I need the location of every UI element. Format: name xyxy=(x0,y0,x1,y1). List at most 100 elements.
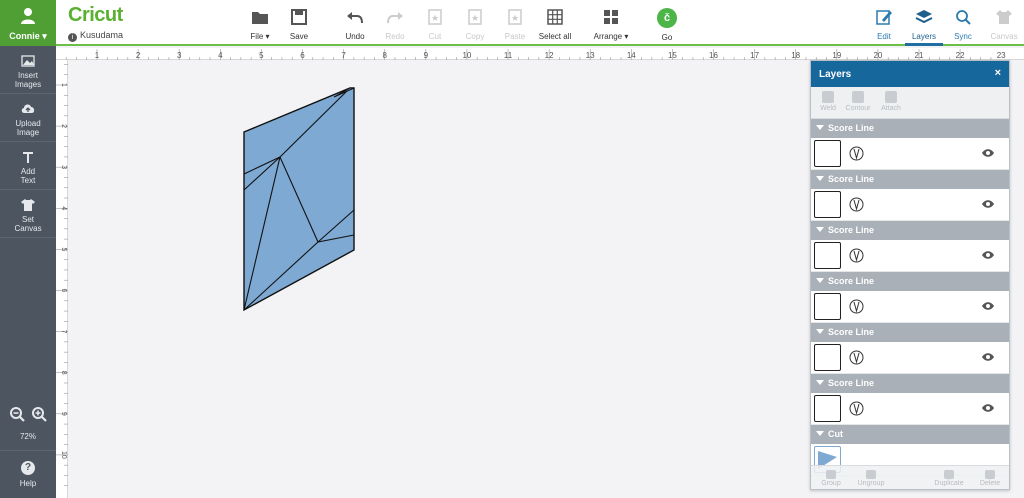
eye-icon[interactable] xyxy=(981,250,995,260)
tab-canvas[interactable]: Canvas xyxy=(988,8,1020,41)
ruler-label: 21 xyxy=(915,51,924,60)
copy-button[interactable]: ★ Copy xyxy=(462,8,488,41)
zoom-control: 72% xyxy=(0,406,56,441)
ruler-label: 9 xyxy=(60,412,67,416)
upload-image-button[interactable]: Upload Image xyxy=(0,94,56,142)
contour-button[interactable]: Contour xyxy=(843,91,873,112)
layer-list: Score Line Score Line Score Line Score L… xyxy=(811,119,1009,476)
duplicate-icon xyxy=(944,470,954,479)
layer-row[interactable] xyxy=(811,240,1009,272)
layer-row[interactable] xyxy=(811,291,1009,323)
ruler-label: 7 xyxy=(341,51,346,60)
tab-edit[interactable]: Edit xyxy=(872,8,896,41)
layer-row[interactable] xyxy=(811,342,1009,374)
contour-icon xyxy=(852,91,864,103)
layer-group-header[interactable]: Score Line xyxy=(811,323,1009,342)
tab-sync[interactable]: Sync xyxy=(950,8,976,41)
design-space-app: Connie ▾ Cricut i Kusudama File ▾ Save Un… xyxy=(0,0,1024,498)
tab-layers[interactable]: Layers xyxy=(908,8,940,41)
layer-thumbnail xyxy=(814,140,841,167)
text-icon xyxy=(23,152,33,163)
paste-button[interactable]: ★ Paste xyxy=(502,8,528,41)
select-all-button[interactable]: Select all xyxy=(536,8,574,41)
save-icon xyxy=(291,9,307,25)
ruler-label: 15 xyxy=(668,51,677,60)
ruler-label: 22 xyxy=(956,51,965,60)
undo-button[interactable]: Undo xyxy=(342,8,368,41)
layer-row[interactable] xyxy=(811,138,1009,170)
chevron-down-icon: ▾ xyxy=(624,32,629,41)
layer-row[interactable] xyxy=(811,393,1009,425)
add-text-button[interactable]: Add Text xyxy=(0,142,56,190)
delete-button[interactable]: Delete xyxy=(975,470,1005,487)
layer-row[interactable] xyxy=(811,189,1009,221)
ruler-label: 6 xyxy=(300,51,305,60)
insert-images-button[interactable]: Insert Images xyxy=(0,46,56,94)
kusudama-shape[interactable] xyxy=(243,87,355,312)
score-icon xyxy=(849,299,864,314)
triangle-down-icon xyxy=(816,431,824,436)
ruler-label: 7 xyxy=(60,330,67,334)
layer-group-header[interactable]: Score Line xyxy=(811,119,1009,138)
cricut-logo: Cricut xyxy=(68,4,123,26)
layer-thumbnail xyxy=(814,191,841,218)
eye-icon[interactable] xyxy=(981,301,995,311)
layer-group-header[interactable]: Score Line xyxy=(811,272,1009,291)
triangle-down-icon xyxy=(816,380,824,385)
layer-group-header[interactable]: Score Line xyxy=(811,374,1009,393)
cut-button[interactable]: ★ Cut xyxy=(422,8,448,41)
layer-group-header[interactable]: Cut xyxy=(811,425,1009,444)
ruler-label: 5 xyxy=(259,51,264,60)
duplicate-button[interactable]: Duplicate xyxy=(929,470,969,487)
ruler-label: 8 xyxy=(382,51,387,60)
redo-button[interactable]: Redo xyxy=(382,8,408,41)
layers-panel-title: Layers xyxy=(819,69,852,80)
triangle-down-icon xyxy=(816,329,824,334)
undo-icon xyxy=(347,12,363,24)
file-menu-button[interactable]: File ▾ xyxy=(246,8,274,41)
set-canvas-button[interactable]: Set Canvas xyxy=(0,190,56,238)
layer-group-header[interactable]: Score Line xyxy=(811,170,1009,189)
ruler-label: 17 xyxy=(750,51,759,60)
ungroup-button[interactable]: Ungroup xyxy=(853,470,889,487)
eye-icon[interactable] xyxy=(981,148,995,158)
sync-icon xyxy=(956,10,971,25)
svg-text:★: ★ xyxy=(471,13,479,23)
vertical-ruler-ticks: 1 2 3 4 5 6 7 8 9 10 xyxy=(56,64,68,487)
go-icon: č xyxy=(657,8,677,28)
triangle-down-icon xyxy=(816,125,824,130)
layers-panel: Layers × Weld Contour Attach Score Line … xyxy=(810,60,1010,490)
save-button[interactable]: Save xyxy=(286,8,312,41)
ruler-label: 18 xyxy=(791,51,800,60)
folder-icon xyxy=(252,12,268,24)
horizontal-ruler: 1 2 3 4 5 6 7 8 9 10 11 12 13 14 15 16 17 18 19 20 21 22 23 xyxy=(56,48,1024,61)
project-name[interactable]: i Kusudama xyxy=(68,30,188,42)
triangle-down-icon xyxy=(816,227,824,232)
close-icon[interactable]: × xyxy=(995,67,1001,79)
help-button[interactable]: ? Help xyxy=(0,450,56,498)
layer-thumbnail xyxy=(814,344,841,371)
zoom-out-icon[interactable] xyxy=(9,406,25,422)
attach-button[interactable]: Attach xyxy=(877,91,905,112)
score-icon xyxy=(849,350,864,365)
eye-icon[interactable] xyxy=(981,199,995,209)
svg-text:★: ★ xyxy=(511,13,519,23)
weld-button[interactable]: Weld xyxy=(817,91,839,112)
copy-icon: ★ xyxy=(468,9,482,25)
layers-panel-header: Layers × xyxy=(811,61,1009,87)
pencil-icon xyxy=(876,10,892,25)
ruler-label: 6 xyxy=(60,289,67,293)
eye-icon[interactable] xyxy=(981,403,995,413)
zoom-level: 72% xyxy=(19,432,36,441)
eye-icon[interactable] xyxy=(981,352,995,362)
ruler-label: 20 xyxy=(873,51,882,60)
layer-group-header[interactable]: Score Line xyxy=(811,221,1009,240)
user-menu[interactable]: Connie ▾ xyxy=(0,0,56,46)
zoom-in-icon[interactable] xyxy=(31,406,47,422)
ruler-label: 4 xyxy=(218,51,223,60)
arrange-menu-button[interactable]: Arrange ▾ xyxy=(590,8,632,41)
layers-icon xyxy=(915,10,933,24)
go-button[interactable]: č Go xyxy=(654,8,680,42)
brand: Cricut i Kusudama xyxy=(68,4,123,42)
group-button[interactable]: Group xyxy=(817,470,845,487)
